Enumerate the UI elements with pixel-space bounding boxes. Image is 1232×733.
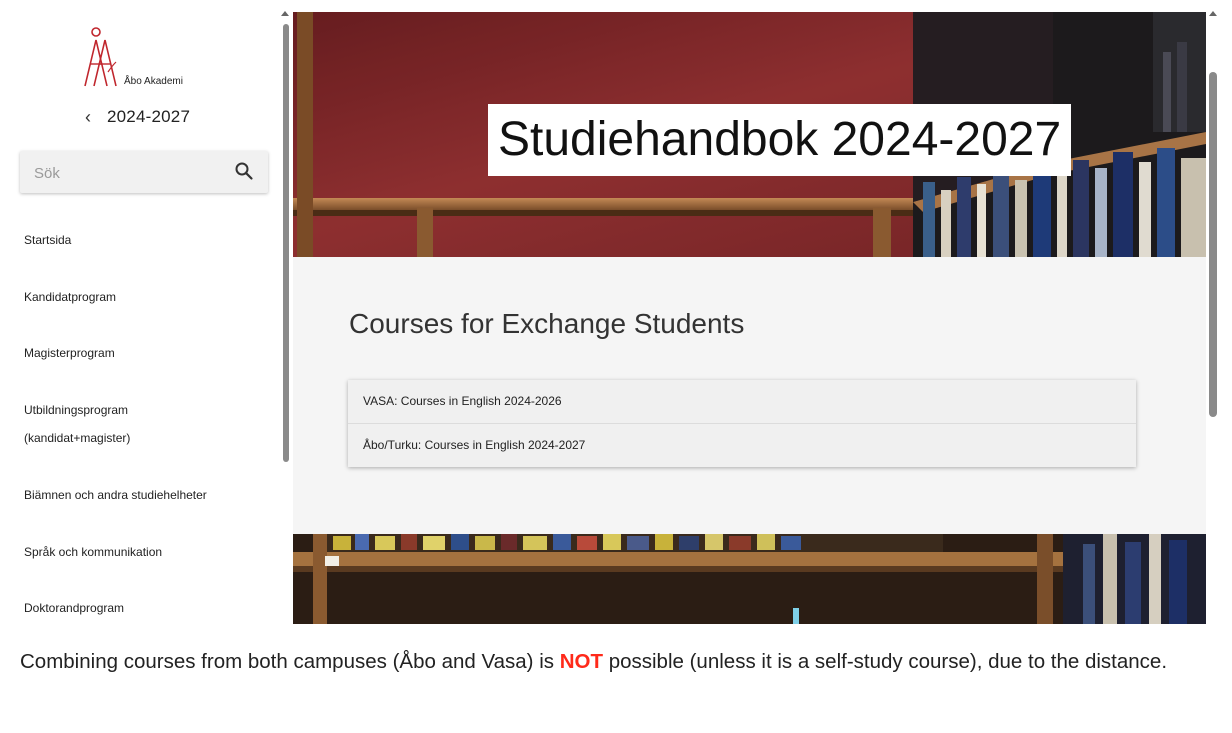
sidebar-item-startsida[interactable]: Startsida bbox=[24, 232, 264, 248]
logo-wordmark: Åbo Akademi bbox=[124, 76, 183, 87]
caption-text-end: possible (unless it is a self-study cour… bbox=[603, 650, 1168, 673]
course-links-panel: VASA: Courses in English 2024-2026 Åbo/T… bbox=[348, 380, 1136, 467]
sidebar-item-sprak[interactable]: Språk och kommunikation bbox=[24, 544, 264, 560]
caption-emphasis: NOT bbox=[559, 650, 603, 673]
sidebar-item-magisterprogram[interactable]: Magisterprogram bbox=[24, 345, 264, 361]
main-content: Studiehandbok 2024-2027 Courses for Exch… bbox=[293, 12, 1206, 624]
sidebar-item-biamnen[interactable]: Biämnen och andra studiehelheter bbox=[24, 487, 264, 503]
sidebar-item-utbildningsprogram[interactable]: Utbildningsprogram bbox=[24, 402, 264, 418]
search-box[interactable] bbox=[20, 151, 268, 195]
course-link-abo-turku[interactable]: Åbo/Turku: Courses in English 2024-2027 bbox=[348, 424, 1136, 467]
search-icon[interactable] bbox=[234, 161, 254, 181]
course-link-vasa[interactable]: VASA: Courses in English 2024-2026 bbox=[348, 380, 1136, 424]
year-label: 2024-2027 bbox=[107, 107, 191, 126]
year-selector[interactable]: ‹ 2024-2027 bbox=[85, 104, 190, 130]
main-scroll-up-icon[interactable] bbox=[1209, 11, 1217, 16]
main-scrollbar[interactable] bbox=[1209, 72, 1217, 417]
caption-note: Combining courses from both campuses (Åb… bbox=[20, 646, 1220, 678]
sidebar-item-kandidatprogram[interactable]: Kandidatprogram bbox=[24, 289, 264, 305]
page-title: Studiehandbok 2024-2027 bbox=[488, 104, 1072, 176]
caption-text-start: Combining courses from both campuses (Åb… bbox=[20, 650, 560, 673]
bookshelf-image bbox=[293, 534, 1206, 624]
sidebar-scrollbar[interactable] bbox=[283, 24, 289, 462]
search-input[interactable] bbox=[20, 151, 236, 195]
chevron-left-icon[interactable]: ‹ bbox=[85, 108, 91, 126]
sidebar: Åbo Akademi ‹ 2024-2027 Startsida Kandid… bbox=[0, 0, 282, 625]
sidebar-scroll-up-icon[interactable] bbox=[281, 11, 289, 16]
section-heading: Courses for Exchange Students bbox=[349, 308, 745, 339]
sidebar-item-doktorandprogram[interactable]: Doktorandprogram bbox=[24, 600, 264, 616]
sidebar-item-utbildningsprogram-sub[interactable]: (kandidat+magister) bbox=[24, 430, 264, 446]
